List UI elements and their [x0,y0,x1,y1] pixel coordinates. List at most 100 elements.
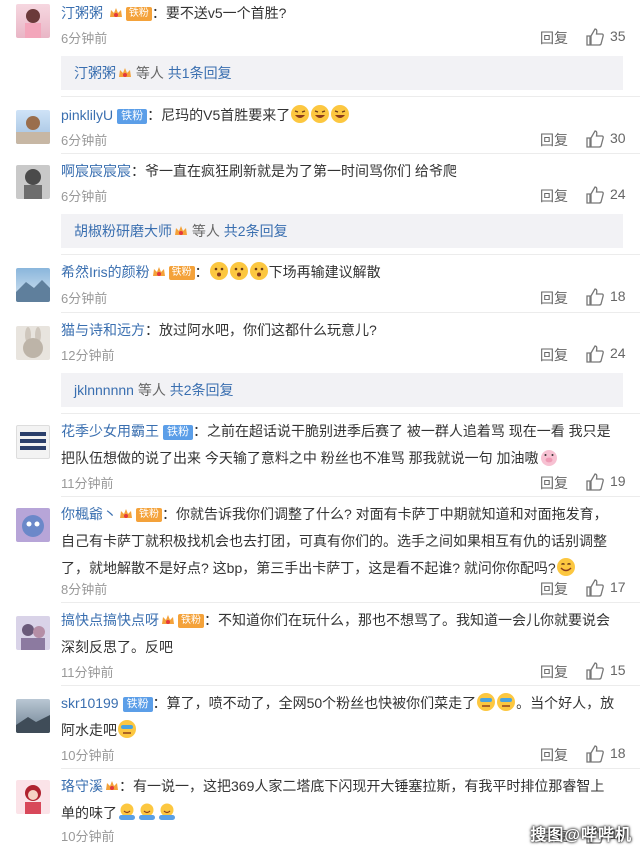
subreply-suffix: 等人 [191,223,220,239]
like-count: 18 [610,288,626,304]
username[interactable]: 汀粥粥 [61,5,103,21]
like-count: 35 [610,28,626,44]
sweat-emoji-icon [477,693,496,711]
comment-text: 尼玛的V5首胜要来了 [161,107,291,123]
divider [61,768,640,769]
sweat-emoji-icon [497,693,516,711]
reply-button[interactable]: 回复 [540,130,568,150]
comment-text: 算了，喷不动了，全网50个粉丝也快被你们菜走了 [166,695,477,711]
tie-badge: 铁粉 [122,697,153,712]
username[interactable]: 希然Iris的颜粉 [61,264,150,280]
timestamp: 6分钟前 [61,189,108,204]
reply-button[interactable]: 回复 [540,579,568,599]
like-count: 18 [610,745,626,761]
fan-badge: 铁粉 [125,7,152,21]
timestamp: 10分钟前 [61,748,115,763]
reply-button[interactable]: 回复 [540,662,568,682]
username[interactable]: 啊宸宸宸宸 [61,163,131,179]
avatar[interactable] [16,616,50,650]
reply-button[interactable]: 回复 [540,28,568,48]
avatar[interactable] [16,4,50,38]
like-count: 30 [610,130,626,146]
fan-badge: 铁粉 [168,266,195,280]
hug-emoji-icon [159,803,175,820]
subreply-box[interactable]: 汀粥粥 等人 共1条回复 [61,56,623,90]
like-icon[interactable] [586,130,604,148]
avatar[interactable] [16,425,50,459]
pig-emoji-icon [540,450,557,466]
surprised-emoji-icon [209,262,228,280]
avatar[interactable] [16,110,50,144]
timestamp: 6分钟前 [61,31,108,46]
laughing-emoji-icon [291,105,310,123]
like-icon[interactable] [586,473,604,491]
subreply-box[interactable]: jklnnnnnn 等人 共2条回复 [61,373,623,407]
subreply-count[interactable]: 共1条回复 [168,65,232,81]
username[interactable]: 搞快点搞快点呀 [61,612,159,628]
reply-button[interactable]: 回复 [540,745,568,765]
fan-badge: 铁粉 [178,614,204,628]
like-count: 19 [610,473,626,489]
crown-icon [109,8,122,17]
comment-text: 放过阿水吧，你们这都什么玩意儿? [159,322,377,338]
username[interactable]: 你楓爺丶 [61,506,117,522]
tie-badge: 铁粉 [117,109,148,124]
like-icon[interactable] [586,288,604,306]
like-icon[interactable] [586,579,604,597]
username[interactable]: pinklilyU [61,107,113,123]
like-count: 17 [610,579,626,595]
divider [61,685,640,686]
divider [61,153,640,154]
username[interactable]: skr10199 [61,695,119,711]
crown-icon [106,781,118,790]
subreply-suffix: 等人 [137,382,166,398]
crown-icon [119,68,131,77]
subreply-user[interactable]: jklnnnnnn [74,382,134,398]
sweat-emoji-icon [118,720,136,738]
tie-badge: 铁粉 [163,425,193,440]
like-count: 24 [610,186,626,202]
like-icon[interactable] [586,186,604,204]
subreply-count[interactable]: 共2条回复 [170,382,234,398]
avatar[interactable] [16,165,50,199]
timestamp: 12分钟前 [61,348,115,363]
hug-emoji-icon [139,803,155,820]
like-icon[interactable] [586,345,604,363]
timestamp: 10分钟前 [61,829,115,844]
reply-button[interactable]: 回复 [540,473,568,493]
avatar[interactable] [16,780,50,814]
timestamp: 6分钟前 [61,291,108,306]
avatar[interactable] [16,326,50,360]
timestamp: 6分钟前 [61,133,108,148]
like-count: 15 [610,662,626,678]
reply-button[interactable]: 回复 [540,186,568,206]
timestamp: 8分钟前 [61,582,108,597]
username[interactable]: 花季少女用霸王 [61,423,159,439]
watermark: 搜图@哔哔机 [530,827,632,844]
reply-button[interactable]: 回复 [540,288,568,308]
laughing-emoji-icon [311,105,330,123]
divider [61,96,640,97]
hug-emoji-icon [119,803,135,820]
avatar[interactable] [16,268,50,302]
divider [61,254,640,255]
subreply-user[interactable]: 胡椒粉研磨大师 [74,223,172,239]
divider [61,496,640,497]
laughing-emoji-icon [331,105,350,123]
divider [61,413,640,414]
username[interactable]: 珞守溪 [61,778,103,794]
surprised-emoji-icon [229,262,248,280]
avatar[interactable] [16,508,50,542]
like-icon[interactable] [586,745,604,763]
crown-icon [120,509,132,518]
username[interactable]: 猫与诗和远方 [61,322,145,338]
like-icon[interactable] [586,662,604,680]
comment-text: 要不送v5一个首胜? [165,5,287,21]
reply-button[interactable]: 回复 [540,345,568,365]
subreply-count[interactable]: 共2条回复 [224,223,288,239]
subreply-box[interactable]: 胡椒粉研磨大师 等人 共2条回复 [61,214,623,248]
avatar[interactable] [16,699,50,733]
like-icon[interactable] [586,28,604,46]
crown-icon [152,267,165,276]
subreply-user[interactable]: 汀粥粥 [74,65,116,81]
